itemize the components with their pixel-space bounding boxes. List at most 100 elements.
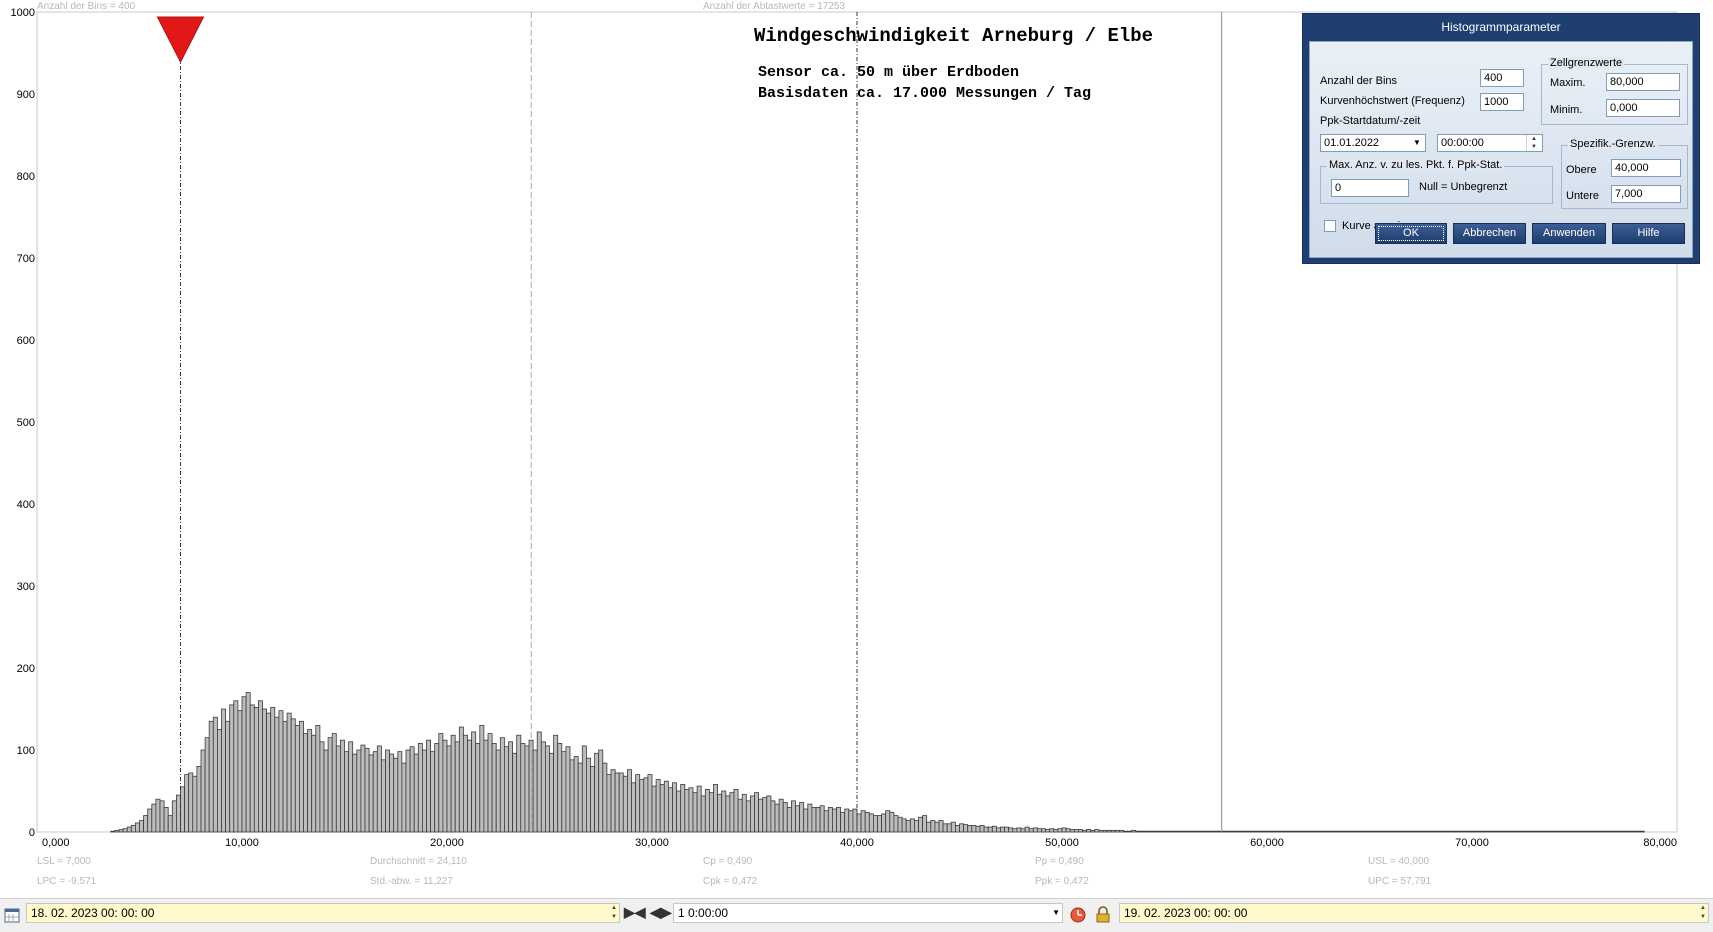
ok-button[interactable]: OK (1375, 223, 1447, 244)
histogram-bar (184, 774, 190, 833)
interval-field[interactable]: 1 0:00:00 ▼ (673, 903, 1063, 923)
histogram-bar (1328, 830, 1333, 833)
bins-input[interactable] (1480, 69, 1524, 87)
histogram-bar (868, 813, 874, 833)
histogram-bar (745, 800, 751, 833)
histogram-bar (737, 798, 743, 833)
help-button[interactable]: Hilfe (1612, 223, 1685, 244)
histogram-bar (1377, 830, 1383, 833)
chevron-down-icon[interactable]: ▼ (1410, 136, 1424, 150)
show-curve-checkbox[interactable] (1324, 220, 1336, 232)
histogram-bar (852, 808, 858, 833)
spin-arrows-icon[interactable]: ▲ ▼ (611, 904, 617, 922)
histogram-bar (741, 793, 747, 833)
histogram-bar (229, 704, 235, 833)
histogram-bar (1028, 828, 1034, 833)
histogram-parameter-dialog: Histogrammparameter Anzahl der Bins Kurv… (1302, 13, 1700, 264)
histogram-bar (594, 752, 600, 833)
histogram-bar (1123, 830, 1128, 833)
histogram-bar (1016, 827, 1022, 833)
upper-label: Obere (1566, 164, 1597, 176)
collapse-range-icon[interactable]: ▶◀ (624, 904, 646, 921)
histogram-bar (286, 712, 292, 833)
histogram-bar (922, 815, 928, 833)
max-points-input[interactable] (1331, 179, 1409, 197)
lower-limit-input[interactable] (1611, 185, 1681, 203)
histogram-bar (889, 811, 895, 833)
upper-limit-input[interactable] (1611, 159, 1681, 177)
histogram-bar (1344, 830, 1350, 833)
curve-max-input[interactable] (1480, 93, 1524, 111)
x-tick-label: 50,000 (1045, 837, 1079, 849)
histogram-bar (1631, 830, 1637, 833)
y-tick-label: 400 (17, 499, 35, 511)
chevron-down-icon[interactable]: ▼ (1052, 904, 1060, 922)
histogram-bar (1155, 830, 1161, 833)
max-input[interactable] (1606, 73, 1680, 91)
histogram-bar (134, 822, 140, 833)
spin-arrows-icon[interactable]: ▲ ▼ (1700, 904, 1706, 922)
histogram-bar (389, 753, 395, 833)
histogram-bar (1020, 828, 1026, 833)
histogram-bar (413, 753, 419, 833)
histogram-bar (1258, 830, 1264, 833)
clock-icon[interactable] (1070, 907, 1086, 923)
histogram-bar (126, 826, 132, 833)
histogram-bar (491, 743, 497, 833)
min-input[interactable] (1606, 99, 1680, 117)
cancel-button[interactable]: Abbrechen (1453, 223, 1526, 244)
x-tick-label: 70,000 (1455, 837, 1489, 849)
histogram-bar (1032, 827, 1038, 833)
histogram-bar (1192, 830, 1198, 833)
histogram-bar (188, 772, 194, 833)
histogram-bar (782, 802, 788, 833)
histogram-bar (934, 821, 940, 833)
chart-subtitle-sensor: Sensor ca. 50 m über Erdboden (758, 64, 1020, 81)
spin-arrows-icon[interactable]: ▲ ▼ (1526, 135, 1541, 151)
histogram-bar (1110, 829, 1116, 833)
histogram-bar (221, 708, 226, 833)
expand-range-icon[interactable]: ◀▶ (650, 904, 672, 921)
x-tick-label: 60,000 (1250, 837, 1284, 849)
histogram-bar (212, 716, 218, 833)
histogram-bar (733, 788, 739, 833)
lock-icon[interactable] (1096, 906, 1110, 923)
histogram-bar (405, 749, 411, 833)
histogram-bar (1582, 830, 1588, 833)
histogram-bar (996, 827, 1001, 833)
histogram-bar (823, 810, 829, 833)
histogram-bar (249, 704, 255, 833)
histogram-bar (1451, 830, 1456, 833)
histogram-bar (479, 725, 485, 833)
histogram-bar (200, 749, 206, 833)
histogram-bar (1463, 830, 1469, 833)
calendar-icon[interactable] (4, 907, 20, 923)
histogram-bar (1414, 830, 1420, 833)
histogram-bar (503, 746, 509, 833)
histogram-bar (979, 825, 985, 833)
histogram-bar (848, 810, 854, 833)
histogram-bar (1172, 830, 1178, 833)
histogram-bar (327, 737, 333, 833)
histogram-bar (196, 766, 202, 833)
lower-label: Untere (1566, 190, 1600, 202)
spec-limits-group: Spezifik.-Grenzw. Obere Untere (1561, 138, 1688, 209)
histogram-bar (918, 816, 923, 833)
histogram-bar (536, 731, 542, 833)
start-datetime-field[interactable]: 18. 02. 2023 00: 00: 00 ▲ ▼ (26, 903, 620, 923)
histogram-bar (458, 726, 464, 833)
histogram-bar (1233, 830, 1239, 833)
histogram-bar (1225, 830, 1231, 833)
histogram-bar (1315, 830, 1321, 833)
histogram-bar (147, 808, 153, 833)
histogram-bar (586, 757, 591, 833)
histogram-bar (725, 795, 731, 833)
x-tick-label: 30,000 (635, 837, 669, 849)
end-datetime-field[interactable]: 19. 02. 2023 00: 00: 00 ▲ ▼ (1119, 903, 1709, 923)
start-time-spinner[interactable]: 00:00:00 ▲ ▼ (1437, 134, 1543, 152)
apply-button[interactable]: Anwenden (1532, 223, 1606, 244)
histogram-bar (516, 734, 522, 833)
start-date-combo[interactable]: 01.01.2022 ▼ (1320, 134, 1426, 152)
x-tick-label: 10,000 (225, 837, 259, 849)
histogram-bar (561, 751, 567, 833)
